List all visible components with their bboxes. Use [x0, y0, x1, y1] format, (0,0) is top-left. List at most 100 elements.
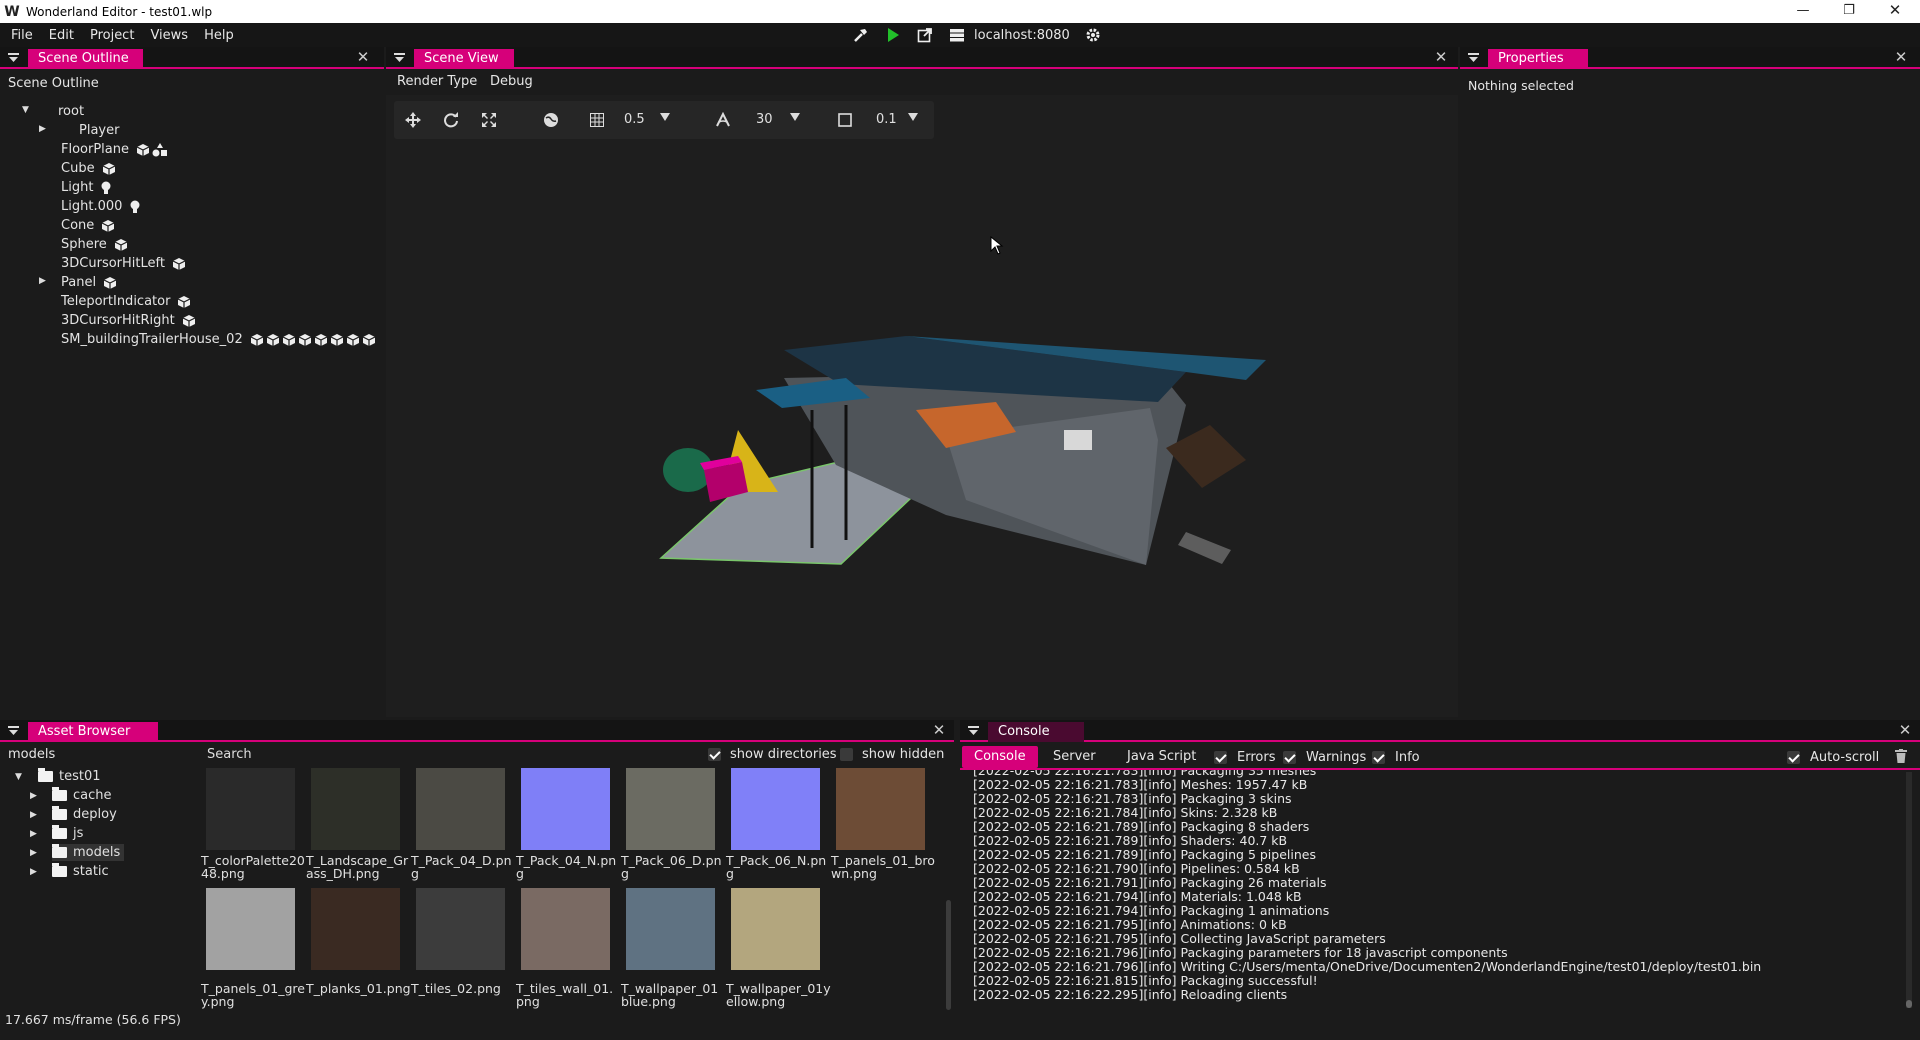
panel-menu-icon[interactable]: [1468, 52, 1479, 63]
folder-item[interactable]: static: [52, 863, 109, 880]
square-icon[interactable]: [834, 109, 856, 131]
shapes-icon: [152, 142, 167, 156]
tree-item[interactable]: root: [58, 102, 84, 120]
hammer-icon[interactable]: [852, 26, 870, 44]
trash-icon[interactable]: [1895, 749, 1907, 767]
panel-menu-icon[interactable]: [394, 52, 405, 63]
menu-debug[interactable]: Debug: [490, 74, 533, 89]
autoscroll-checkbox[interactable]: [1787, 750, 1800, 765]
tree-item[interactable]: Cube: [61, 159, 115, 177]
chevron-right-icon[interactable]: ▶: [39, 276, 46, 286]
folder-item[interactable]: cache: [52, 787, 112, 804]
scene-view-menubar: Render Type Debug: [386, 69, 1458, 95]
asset-thumbnail: [311, 888, 400, 970]
scale-icon[interactable]: [478, 109, 500, 131]
asset-scrollbar[interactable]: [946, 900, 951, 1010]
external-link-icon[interactable]: [916, 26, 934, 44]
tree-item[interactable]: 3DCursorHitLeft: [61, 254, 186, 272]
tab-console-panel[interactable]: Console: [988, 722, 1084, 742]
tab-scene-view[interactable]: Scene View: [414, 49, 514, 69]
close-icon[interactable]: ✕: [932, 723, 946, 738]
server-icon[interactable]: [948, 26, 966, 44]
close-icon[interactable]: ✕: [1894, 50, 1908, 65]
tree-item[interactable]: Player: [79, 121, 119, 139]
panel-menu-icon[interactable]: [8, 52, 19, 63]
chevron-right-icon[interactable]: ▶: [39, 124, 46, 134]
chevron-right-icon[interactable]: ▶: [30, 829, 37, 839]
close-icon[interactable]: ✕: [1434, 50, 1448, 65]
warnings-checkbox[interactable]: [1283, 750, 1296, 765]
tree-item[interactable]: Cone: [61, 216, 115, 234]
mouse-cursor-icon: [990, 236, 1004, 255]
close-icon[interactable]: ✕: [1872, 0, 1918, 23]
tab-asset-browser[interactable]: Asset Browser: [28, 722, 158, 742]
chevron-right-icon[interactable]: ▶: [30, 791, 37, 801]
restore-icon[interactable]: ❐: [1826, 0, 1872, 23]
rotate-icon[interactable]: [440, 109, 462, 131]
menu-project[interactable]: Project: [82, 28, 142, 43]
asset-label: T_Landscape_Grass_DH.png: [306, 853, 409, 881]
log-line: [2022-02-05 22:16:21.796][info] Writing …: [973, 959, 1762, 974]
globe-icon[interactable]: [540, 109, 562, 131]
panel-menu-icon[interactable]: [968, 725, 979, 736]
mesh-cube-icon: [266, 333, 280, 346]
tab-javascript[interactable]: Java Script: [1115, 746, 1208, 768]
grid-snap-value[interactable]: 0.5: [624, 112, 645, 127]
folder-item[interactable]: models: [52, 844, 125, 861]
asset-search-input[interactable]: Search: [207, 747, 252, 762]
tab-console[interactable]: Console: [962, 746, 1038, 768]
angle-snap-value[interactable]: 30: [756, 112, 773, 127]
folder-item[interactable]: js: [52, 825, 83, 842]
chevron-right-icon[interactable]: ▶: [30, 867, 37, 877]
window-title: Wonderland Editor - test01.wlp: [26, 4, 213, 19]
tab-server[interactable]: Server: [1041, 746, 1108, 768]
panel-menu-icon[interactable]: [8, 725, 19, 736]
menu-render-type[interactable]: Render Type: [397, 74, 477, 89]
close-icon[interactable]: ✕: [1898, 723, 1912, 738]
log-line: [2022-02-05 22:16:21.795][info] Animatio…: [973, 917, 1287, 932]
show-directories-checkbox[interactable]: [708, 747, 721, 762]
tree-item[interactable]: Sphere: [61, 235, 128, 253]
show-hidden-checkbox[interactable]: [840, 747, 853, 762]
close-icon[interactable]: ✕: [356, 50, 370, 65]
tree-item[interactable]: Light: [61, 178, 113, 196]
chevron-right-icon[interactable]: ▶: [30, 810, 37, 820]
chevron-down-icon[interactable]: [790, 113, 800, 121]
chevron-down-icon[interactable]: [908, 113, 918, 121]
chevron-down-icon[interactable]: ▼: [22, 105, 29, 115]
folder-label: js: [73, 826, 84, 841]
chevron-down-icon[interactable]: [660, 113, 670, 121]
folder-item[interactable]: test01: [38, 768, 101, 785]
menu-edit[interactable]: Edit: [41, 28, 82, 43]
asset-browser-header: Asset Browser ✕: [0, 720, 954, 742]
tree-item[interactable]: Panel: [61, 273, 117, 291]
tree-item[interactable]: SM_buildingTrailerHouse_02: [61, 330, 376, 348]
play-icon[interactable]: [884, 26, 902, 44]
tree-item[interactable]: 3DCursorHitRight: [61, 311, 196, 329]
tree-item-label: Light: [61, 179, 94, 195]
scale-snap-value[interactable]: 0.1: [876, 112, 897, 127]
move-icon[interactable]: [402, 109, 424, 131]
tree-item[interactable]: FloorPlane: [61, 140, 167, 158]
chevron-right-icon[interactable]: ▶: [30, 848, 37, 858]
autoscroll-label: Auto-scroll: [1810, 750, 1880, 765]
chevron-down-icon[interactable]: ▼: [15, 772, 22, 782]
menu-file[interactable]: File: [3, 28, 41, 43]
folder-item[interactable]: deploy: [52, 806, 117, 823]
menu-help[interactable]: Help: [196, 28, 242, 43]
minimize-icon[interactable]: —: [1780, 0, 1826, 23]
mesh-cube-icon: [103, 276, 117, 289]
settings-icon[interactable]: [1084, 26, 1102, 44]
tab-scene-outline[interactable]: Scene Outline: [28, 49, 143, 69]
menu-views[interactable]: Views: [142, 28, 196, 43]
errors-checkbox[interactable]: [1214, 750, 1227, 765]
grid-icon[interactable]: [586, 109, 608, 131]
tab-properties[interactable]: Properties: [1488, 49, 1588, 69]
tree-item[interactable]: TeleportIndicator: [61, 292, 191, 310]
info-checkbox[interactable]: [1372, 750, 1385, 765]
tree-item[interactable]: Light.000: [61, 197, 142, 215]
folder-icon: [52, 825, 67, 839]
angle-icon[interactable]: [712, 109, 734, 131]
3d-viewport[interactable]: [386, 140, 1458, 717]
console-scrollbar[interactable]: [1906, 772, 1912, 1008]
